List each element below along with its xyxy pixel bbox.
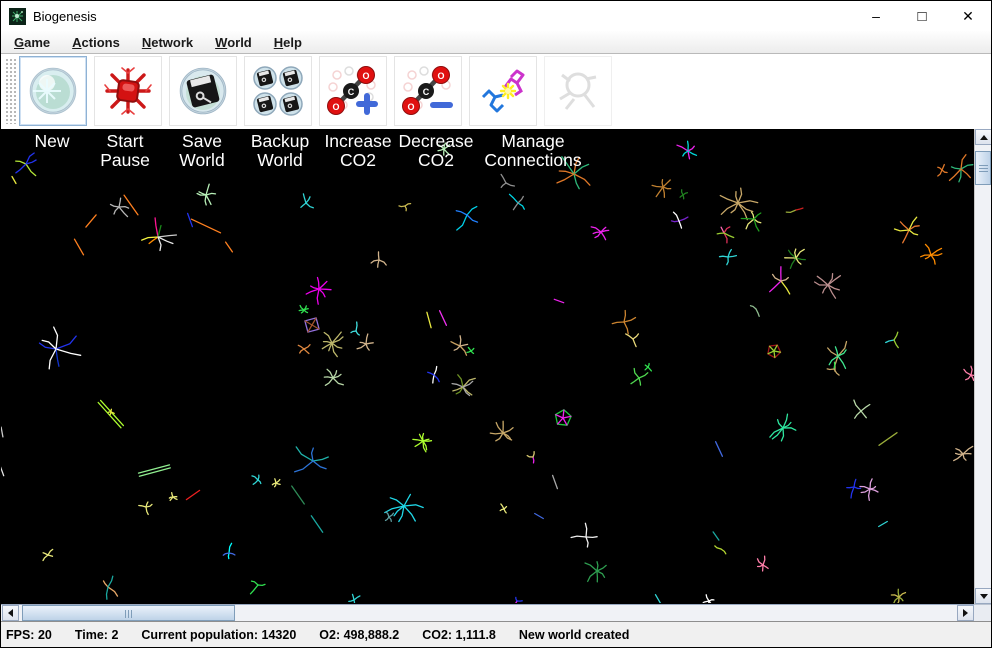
increase-co2-button[interactable]: C O O [319, 56, 387, 126]
app-icon [9, 8, 26, 25]
menu-world[interactable]: World [204, 33, 263, 52]
thumb-grip-icon [979, 165, 988, 173]
menu-network[interactable]: Network [131, 33, 204, 52]
svg-text:C: C [348, 87, 355, 97]
scroll-left-button[interactable] [2, 605, 19, 621]
menu-help[interactable]: Help [263, 33, 313, 52]
status-message: New world created [519, 628, 629, 642]
toolbar: C O O [1, 54, 991, 129]
horizontal-scrollbar[interactable] [1, 604, 974, 621]
save-world-button[interactable] [169, 56, 237, 126]
disabled-tool-button [544, 56, 612, 126]
fps-value: FPS: 20 [6, 628, 52, 642]
status-bar: FPS: 20 Time: 2 Current population: 1432… [1, 621, 991, 647]
thumb-grip-icon [125, 610, 133, 618]
triangle-left-icon [8, 609, 13, 617]
close-button[interactable]: ✕ [945, 1, 991, 31]
horizontal-scrollbar-thumb[interactable] [22, 605, 235, 621]
menu-bar: Game Actions Network World Help [1, 31, 991, 54]
triangle-up-icon [980, 135, 988, 140]
population-value: Current population: 14320 [141, 628, 296, 642]
triangle-down-icon [980, 594, 988, 599]
glass-sphere-icon [27, 65, 79, 117]
toolbar-grip-handle[interactable] [5, 58, 17, 124]
four-floppy-icon [252, 65, 304, 117]
title-bar: Biogenesis – □ ✕ [1, 1, 991, 31]
co2-molecule-plus-icon: C O O [327, 65, 379, 117]
vertical-scrollbar-thumb[interactable] [975, 151, 991, 185]
ghost-magnifier-icon [552, 65, 604, 117]
backup-world-button[interactable] [244, 56, 312, 126]
minimize-button[interactable]: – [853, 1, 899, 31]
svg-text:O: O [407, 102, 414, 112]
biogenesis-window: Biogenesis – □ ✕ Game Actions Network Wo… [0, 0, 992, 648]
new-world-button[interactable] [19, 56, 87, 126]
window-title: Biogenesis [33, 9, 853, 24]
menu-actions[interactable]: Actions [61, 33, 131, 52]
time-value: Time: 2 [75, 628, 119, 642]
svg-text:O: O [362, 71, 369, 81]
scroll-up-button[interactable] [975, 129, 992, 145]
scrollbar-corner [974, 604, 991, 621]
menu-game[interactable]: Game [3, 33, 61, 52]
organisms-layer[interactable] [1, 129, 974, 603]
triangle-right-icon [963, 609, 968, 617]
decrease-co2-button[interactable]: C O O [394, 56, 462, 126]
vertical-scrollbar[interactable] [974, 129, 991, 604]
o2-value: O2: 498,888.2 [319, 628, 399, 642]
start-pause-button[interactable] [94, 56, 162, 126]
scroll-down-button[interactable] [975, 588, 992, 604]
organisms-link-icon [477, 65, 529, 117]
manage-connections-button[interactable] [469, 56, 537, 126]
svg-text:O: O [332, 102, 339, 112]
maximize-button[interactable]: □ [899, 1, 945, 31]
red-organism-icon [102, 65, 154, 117]
co2-molecule-minus-icon: C O O [402, 65, 454, 117]
svg-text:O: O [437, 71, 444, 81]
world-canvas[interactable]: New StartPause SaveWorld BackupWorld Inc… [1, 129, 974, 604]
floppy-sphere-icon [177, 65, 229, 117]
scroll-right-button[interactable] [957, 605, 974, 621]
co2-value: CO2: 1,111.8 [422, 628, 496, 642]
svg-text:C: C [423, 87, 430, 97]
